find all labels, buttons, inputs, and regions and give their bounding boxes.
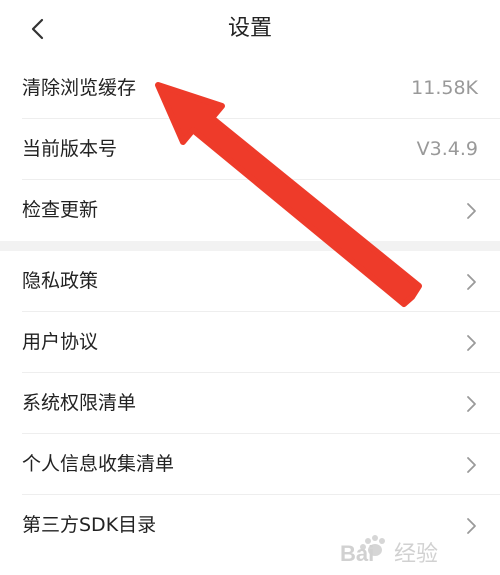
user-agreement-label: 用户协议 — [22, 331, 99, 353]
cache-size-value: 11.58K — [411, 77, 478, 99]
version-row: 当前版本号 V3.4.9 — [0, 119, 500, 180]
clear-cache-row[interactable]: 清除浏览缓存 11.58K — [0, 58, 500, 119]
chevron-right-icon — [466, 516, 478, 536]
permissions-list-row[interactable]: 系统权限清单 — [0, 373, 500, 434]
nav-bar: 设置 — [0, 0, 500, 58]
chevron-right-icon — [466, 333, 478, 353]
permissions-list-label: 系统权限清单 — [22, 392, 137, 414]
clear-cache-label: 清除浏览缓存 — [22, 77, 137, 99]
personal-info-list-label: 个人信息收集清单 — [22, 453, 175, 475]
third-party-sdk-row[interactable]: 第三方SDK目录 — [0, 495, 500, 556]
user-agreement-row[interactable]: 用户协议 — [0, 312, 500, 373]
version-value: V3.4.9 — [416, 138, 478, 160]
chevron-right-icon — [466, 394, 478, 414]
third-party-sdk-label: 第三方SDK目录 — [22, 514, 157, 536]
check-update-label: 检查更新 — [22, 199, 99, 221]
privacy-policy-label: 隐私政策 — [22, 270, 99, 292]
page-title: 设置 — [227, 16, 272, 41]
settings-group-legal: 隐私政策 用户协议 系统权限清单 个人信息收集清单 第三方SDK目录 — [0, 251, 500, 556]
chevron-right-icon — [466, 201, 478, 221]
version-label: 当前版本号 — [22, 138, 118, 160]
check-update-row[interactable]: 检查更新 — [0, 180, 500, 241]
personal-info-list-row[interactable]: 个人信息收集清单 — [0, 434, 500, 495]
privacy-policy-row[interactable]: 隐私政策 — [0, 251, 500, 312]
chevron-right-icon — [466, 455, 478, 475]
section-gap — [0, 241, 500, 251]
chevron-right-icon — [466, 272, 478, 292]
settings-group-basic: 清除浏览缓存 11.58K 当前版本号 V3.4.9 检查更新 — [0, 58, 500, 241]
